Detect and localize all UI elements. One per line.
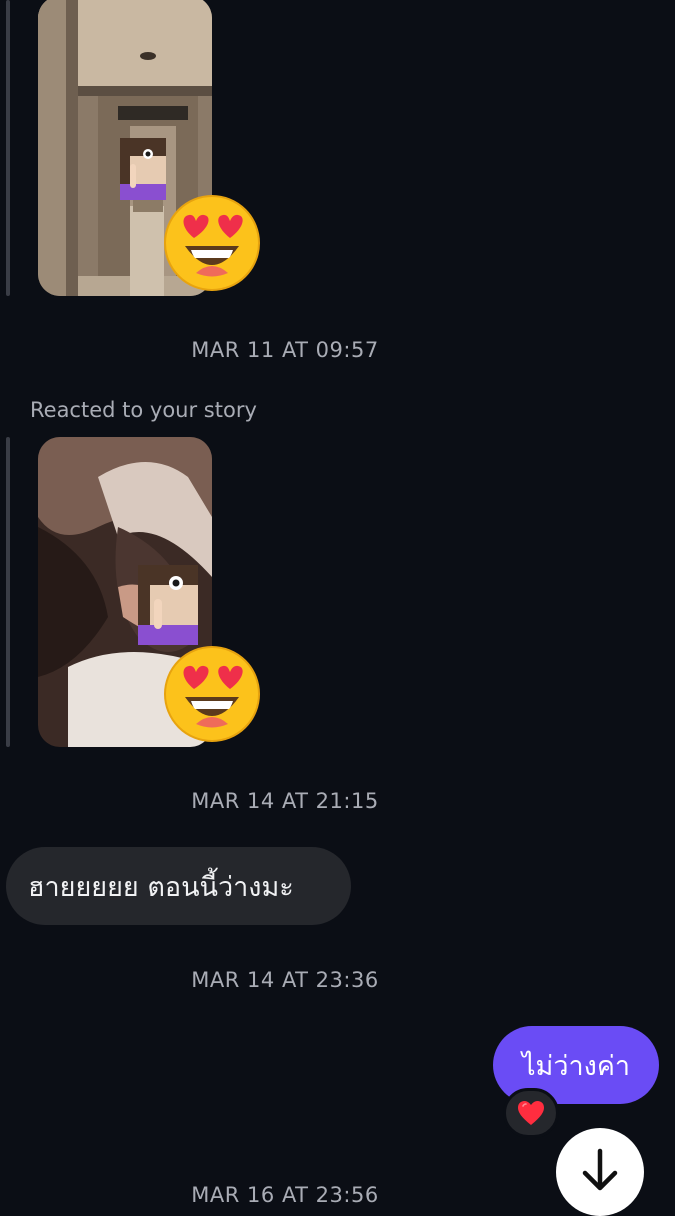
- message-timestamp: MAR 11 AT 09:57: [191, 338, 379, 362]
- face-with-finger-emoji: [120, 138, 166, 200]
- outgoing-message-text: ไม่ว่างค่า: [521, 1050, 631, 1082]
- message-timestamp: MAR 16 AT 23:56: [191, 1183, 379, 1207]
- face-with-finger-emoji: [138, 565, 198, 645]
- red-heart-emoji[interactable]: [503, 1088, 559, 1138]
- message-timestamp: MAR 14 AT 21:15: [191, 789, 379, 813]
- scroll-to-bottom-button[interactable]: [556, 1128, 644, 1216]
- message-timestamp: MAR 14 AT 23:36: [191, 968, 379, 992]
- incoming-message-bubble[interactable]: ฮายยยยย ตอนนี้ว่างมะ: [6, 847, 351, 925]
- story-reply-bar: [6, 0, 10, 296]
- story-reply-bar: [6, 437, 10, 747]
- incoming-message-text: ฮายยยยย ตอนนี้ว่างมะ: [28, 871, 294, 903]
- heart-eyes-emoji: [163, 645, 261, 747]
- arrow-down-icon: [580, 1147, 620, 1197]
- story-reaction-label: Reacted to your story: [30, 398, 257, 422]
- heart-eyes-emoji: [163, 194, 261, 296]
